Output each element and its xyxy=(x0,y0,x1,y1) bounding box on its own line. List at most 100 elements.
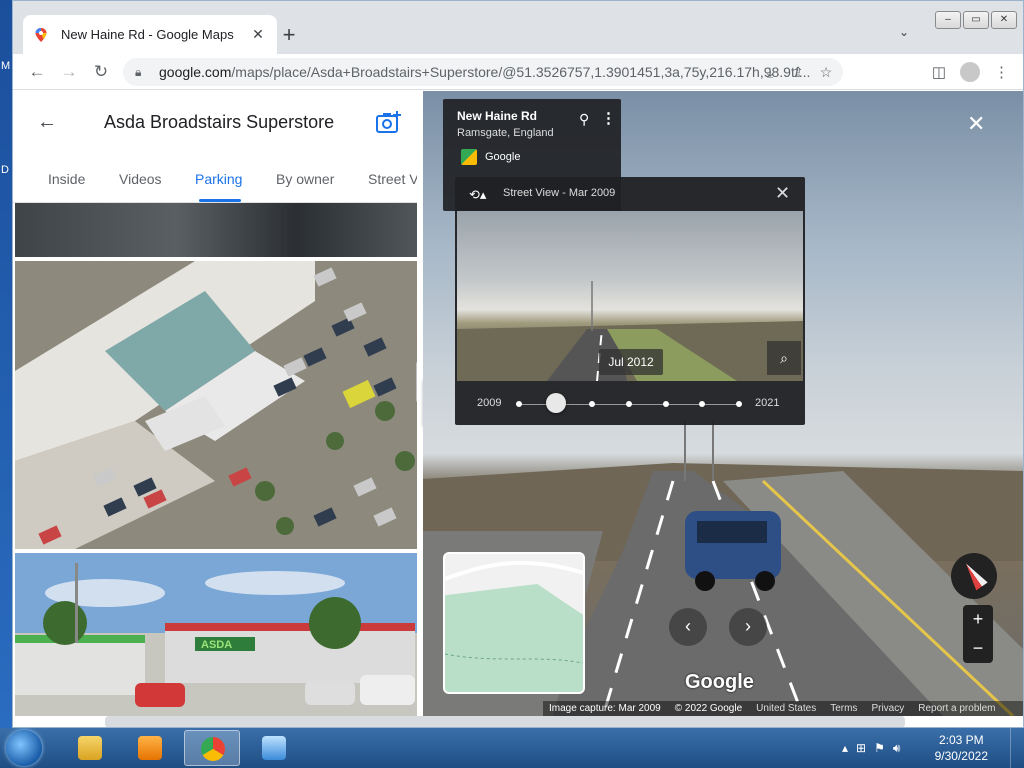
timeline-end-year: 2021 xyxy=(755,397,780,409)
time-machine-title: Street View - Mar 2009 xyxy=(503,187,616,199)
tab-close-icon[interactable]: ✕ xyxy=(249,26,267,43)
desktop-icon-label: M xyxy=(1,60,11,72)
street-view-pane[interactable]: New Haine Rd Ramsgate, England ⚲ ⋮ Googl… xyxy=(423,91,1023,716)
taskbar: ▴ ⊞ ⚑ 🔊︎ 2:03 PM 9/30/2022 xyxy=(0,728,1024,768)
time-machine-panel: ⟲▴ Street View - Mar 2009 ✕ Jul 2012 ⌕ 2… xyxy=(455,177,805,425)
timeline-tick[interactable] xyxy=(589,401,596,407)
next-arrow-icon[interactable]: › xyxy=(729,608,767,646)
report-problem-link[interactable]: Report a problem xyxy=(918,703,995,714)
horizontal-scrollbar[interactable] xyxy=(105,716,905,727)
add-photo-camera-icon[interactable] xyxy=(375,109,403,135)
close-time-machine-icon[interactable]: ✕ xyxy=(775,183,790,204)
window-controls: ‒ ▭ ✕ xyxy=(935,11,1017,29)
timeline-start-year: 2009 xyxy=(477,397,502,409)
browser-toolbar: ← → ↻ 🔒︎ google.com/maps/place/Asda+Broa… xyxy=(13,54,1023,90)
store-front-photo[interactable]: ASDA xyxy=(15,553,417,716)
browser-tab-maps[interactable]: New Haine Rd - Google Maps ✕ xyxy=(23,15,277,54)
lock-icon[interactable]: 🔒︎ xyxy=(135,65,149,80)
country-link[interactable]: United States xyxy=(756,703,816,714)
selected-date-label: Jul 2012 xyxy=(599,349,663,375)
mini-map[interactable] xyxy=(443,552,585,694)
map-pin-icon[interactable]: ⚲ xyxy=(579,111,589,128)
place-name: Ramsgate, England xyxy=(457,127,554,139)
address-bar[interactable]: 🔒︎ google.com/maps/place/Asda+Broadstair… xyxy=(123,58,843,86)
compass-icon[interactable] xyxy=(951,553,997,599)
back-arrow-icon[interactable]: ← xyxy=(37,111,57,134)
start-button[interactable] xyxy=(6,730,42,766)
image-capture-date: Image capture: Mar 2009 xyxy=(549,703,661,714)
close-window-button[interactable]: ✕ xyxy=(991,11,1017,29)
more-options-icon[interactable]: ⋮ xyxy=(601,109,616,127)
photo-category-tabs: Inside Videos Parking By owner Street Vi xyxy=(13,153,417,203)
zoom-preview-icon[interactable]: ⌕ xyxy=(767,341,801,375)
minimize-button[interactable]: ‒ xyxy=(935,11,961,29)
clock-time: 2:03 PM xyxy=(938,733,984,747)
profile-avatar-icon[interactable] xyxy=(960,62,980,82)
history-clock-icon[interactable]: ⟲▴ xyxy=(469,187,486,203)
timeline-knob[interactable] xyxy=(545,393,566,413)
share-icon[interactable]: ⇪ xyxy=(789,64,807,81)
copyright-text: © 2022 Google xyxy=(674,703,743,714)
timeline-tick[interactable] xyxy=(662,401,669,407)
new-tab-icon[interactable]: + xyxy=(277,23,301,47)
tab-title: New Haine Rd - Google Maps xyxy=(61,27,234,42)
bookmark-star-icon[interactable]: ☆ xyxy=(817,64,835,81)
install-app-icon[interactable]: ⤓ xyxy=(761,64,779,81)
active-tab-indicator xyxy=(199,199,241,202)
side-panel-icon[interactable]: ◫ xyxy=(932,63,946,81)
tab-strip: New Haine Rd - Google Maps ✕ + ⌄ ‒ ▭ ✕ xyxy=(13,1,1023,54)
google-watermark: Google xyxy=(685,671,754,693)
maximize-button[interactable]: ▭ xyxy=(963,11,989,29)
timeline-tick[interactable] xyxy=(516,401,522,407)
network-icon[interactable]: ⊞ xyxy=(856,741,866,756)
tab-search-chevron-icon[interactable]: ⌄ xyxy=(899,25,909,39)
zoom-in-button[interactable]: + xyxy=(963,605,993,634)
terms-link[interactable]: Terms xyxy=(830,703,857,714)
parking-aerial-photo[interactable] xyxy=(15,261,417,549)
zoom-out-button[interactable]: − xyxy=(963,634,993,663)
back-arrow-icon[interactable]: ← xyxy=(25,60,49,84)
forward-arrow-icon[interactable]: → xyxy=(57,60,81,84)
browser-menu-icon[interactable]: ⋮ xyxy=(994,63,1009,81)
google-maps-logo-icon xyxy=(461,149,477,165)
timeline-tick[interactable] xyxy=(699,401,706,407)
show-hidden-icons-icon[interactable]: ▴ xyxy=(842,741,848,756)
imagery-provider: Google xyxy=(485,151,521,163)
google-maps-favicon-icon xyxy=(35,27,47,42)
timeline-tick[interactable] xyxy=(626,401,632,407)
folder-icon xyxy=(78,736,102,760)
reload-icon[interactable]: ↻ xyxy=(89,60,113,84)
desktop-icon-label: D xyxy=(1,164,9,176)
taskbar-chrome[interactable] xyxy=(184,730,240,766)
address-url[interactable]: google.com/maps/place/Asda+Broadstairs+S… xyxy=(159,64,843,80)
tab-parking[interactable]: Parking xyxy=(195,171,242,187)
timeline-slider[interactable]: 2009 2021 xyxy=(455,381,805,425)
system-tray: ▴ ⊞ ⚑ 🔊︎ xyxy=(834,728,1024,768)
taskbar-control-panel[interactable] xyxy=(246,730,302,766)
control-panel-icon xyxy=(262,736,286,760)
previous-arrow-icon[interactable]: ‹ xyxy=(669,608,707,646)
parking-photo[interactable] xyxy=(15,203,417,257)
place-title: Asda Broadstairs Superstore xyxy=(104,112,335,132)
timeline-tick[interactable] xyxy=(736,401,742,407)
system-clock[interactable]: 2:03 PM 9/30/2022 xyxy=(935,732,988,764)
volume-icon[interactable]: 🔊︎ xyxy=(893,741,901,756)
place-photos-panel: ← Asda Broadstairs Superstore Inside Vid… xyxy=(13,91,417,716)
action-center-flag-icon[interactable]: ⚑ xyxy=(874,741,885,756)
attribution-bar: Image capture: Mar 2009 © 2022 Google Un… xyxy=(543,701,1023,716)
taskbar-explorer[interactable] xyxy=(62,730,118,766)
privacy-link[interactable]: Privacy xyxy=(871,703,904,714)
road-name: New Haine Rd xyxy=(457,109,538,123)
panel-scrollbar[interactable] xyxy=(416,361,417,403)
time-machine-header: ⟲▴ Street View - Mar 2009 ✕ xyxy=(455,177,805,211)
desktop-edge: M D xyxy=(0,0,12,728)
chrome-icon xyxy=(201,737,225,761)
tab-by-owner[interactable]: By owner xyxy=(276,171,334,187)
close-street-view-icon[interactable]: ✕ xyxy=(967,111,985,137)
tab-videos[interactable]: Videos xyxy=(119,171,162,187)
tab-inside[interactable]: Inside xyxy=(48,171,85,187)
tab-street-view[interactable]: Street Vi xyxy=(368,171,417,187)
show-desktop-button[interactable] xyxy=(1010,728,1024,768)
historic-preview-image[interactable]: Jul 2012 ⌕ xyxy=(457,211,803,381)
taskbar-media-player[interactable] xyxy=(122,730,178,766)
